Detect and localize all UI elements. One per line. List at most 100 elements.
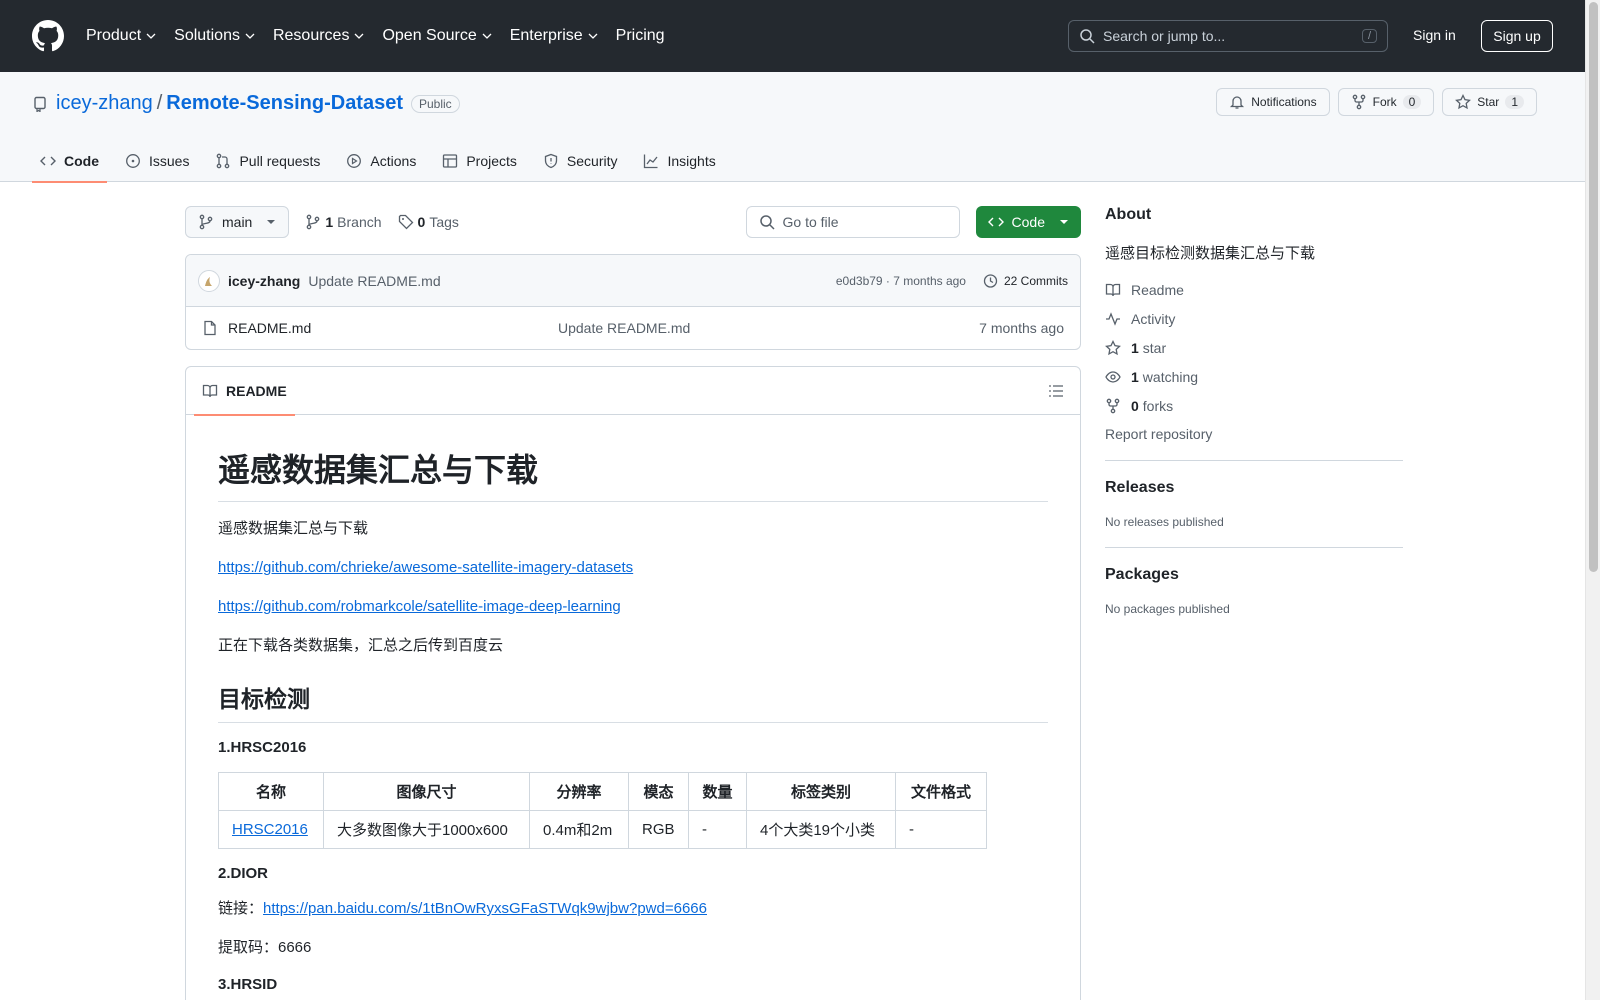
play-icon: [347, 154, 362, 168]
graph-icon: [644, 154, 658, 169]
table-header: 分辨率: [529, 772, 629, 811]
readme-intro: 遥感数据集汇总与下载: [218, 520, 369, 537]
about-sidebar: About 遥感目标检测数据集汇总与下载 Readme Activity 1st…: [1105, 206, 1403, 634]
file-row[interactable]: README.md Update README.md 7 months ago: [186, 307, 1080, 349]
file-commit-message[interactable]: Update README.md: [558, 320, 690, 336]
commit-message-link[interactable]: Update README.md: [308, 273, 440, 289]
readme-tab[interactable]: README: [194, 367, 295, 416]
sign-in-link[interactable]: Sign in: [1413, 27, 1456, 43]
readme-link[interactable]: Readme: [1105, 281, 1403, 298]
repo-title: icey-zhang / Remote-Sensing-Dataset Publ…: [32, 92, 460, 115]
tab-insights[interactable]: Insights: [635, 140, 723, 182]
activity-link[interactable]: Activity: [1105, 310, 1403, 327]
table-header: 标签类别: [746, 772, 896, 811]
packages-title[interactable]: Packages: [1105, 566, 1403, 584]
branches-link[interactable]: 1 Branch: [305, 214, 382, 230]
dataset-heading-hrsid: 3.HRSID: [218, 976, 278, 993]
fork-icon: [1106, 398, 1120, 413]
pull-request-icon: [217, 153, 230, 169]
repo-tabs: Code Issues Pull requests Actions Projec…: [32, 140, 734, 183]
pulse-icon: [1106, 311, 1120, 326]
nav-product[interactable]: Product: [86, 27, 156, 45]
search-icon: [1080, 29, 1095, 44]
repo-header: icey-zhang / Remote-Sensing-Dataset Publ…: [0, 72, 1585, 183]
tab-projects[interactable]: Projects: [434, 140, 525, 182]
main-content: main 1 Branch 0 Tags Go to file Code icey-…: [185, 206, 1081, 1000]
releases-section: Releases No releases published: [1105, 461, 1403, 548]
latest-commit-row: icey-zhang Update README.md e0d3b79 · 7 …: [186, 255, 1080, 307]
report-repository-link[interactable]: Report repository: [1105, 426, 1212, 442]
table-cell: -: [895, 810, 987, 849]
watching-link[interactable]: 1 watching: [1105, 368, 1403, 385]
releases-empty: No releases published: [1105, 515, 1224, 529]
branch-icon: [307, 214, 320, 230]
tab-pull-requests[interactable]: Pull requests: [207, 140, 328, 182]
nav-resources[interactable]: Resources: [273, 27, 364, 45]
stars-link[interactable]: 1 star: [1105, 339, 1403, 356]
caret-down-icon: [1060, 220, 1068, 224]
table-cell: 大多数图像大于1000x600: [323, 810, 530, 849]
notifications-button[interactable]: Notifications: [1216, 88, 1330, 116]
branch-selector[interactable]: main: [185, 206, 290, 238]
extraction-code: 提取码：6666: [218, 939, 312, 956]
avatar[interactable]: [198, 269, 220, 292]
tag-icon: [398, 214, 413, 230]
nav-enterprise[interactable]: Enterprise: [510, 27, 598, 45]
file-icon: [204, 320, 216, 336]
star-count: 1: [1505, 95, 1524, 109]
table-icon: [443, 154, 458, 168]
tab-issues[interactable]: Issues: [117, 140, 197, 182]
scrollbar-thumb[interactable]: [1589, 2, 1598, 572]
fork-button[interactable]: Fork 0: [1337, 88, 1435, 116]
commit-author-link[interactable]: icey-zhang: [228, 273, 300, 289]
eye-icon: [1105, 370, 1121, 383]
commit-meta[interactable]: e0d3b79 · 7 months ago: [836, 274, 966, 288]
repo-name-link[interactable]: Remote-Sensing-Dataset: [166, 92, 403, 115]
tab-actions[interactable]: Actions: [338, 140, 424, 182]
table-row: HRSC2016 大多数图像大于1000x600 0.4m和2m RGB - 4…: [218, 810, 987, 849]
nav-pricing[interactable]: Pricing: [616, 27, 665, 45]
outline-list-icon[interactable]: [1048, 383, 1064, 399]
tags-link[interactable]: 0 Tags: [398, 214, 459, 230]
chevron-down-icon: [588, 33, 598, 39]
bell-icon: [1230, 96, 1245, 109]
code-dropdown-button[interactable]: Code: [975, 206, 1081, 238]
search-placeholder: Search or jump to...: [1103, 28, 1226, 44]
section-heading: 目标检测: [218, 680, 1048, 723]
baidu-pan-link[interactable]: https://pan.baidu.com/s/1tBnOwRyxsGFaSTW…: [263, 900, 707, 917]
releases-title[interactable]: Releases: [1105, 479, 1403, 497]
hrsc2016-link[interactable]: HRSC2016: [232, 821, 308, 838]
awesome-datasets-link[interactable]: https://github.com/chrieke/awesome-satel…: [218, 559, 633, 576]
packages-empty: No packages published: [1105, 602, 1230, 616]
main-nav: Product Solutions Resources Open Source …: [86, 27, 683, 45]
file-name-link[interactable]: README.md: [228, 320, 558, 336]
repo-owner-link[interactable]: icey-zhang: [56, 92, 153, 115]
go-to-file-input[interactable]: Go to file: [745, 206, 960, 238]
nav-solutions[interactable]: Solutions: [174, 27, 255, 45]
page-scrollbar[interactable]: [1585, 0, 1600, 1000]
forks-link[interactable]: 0 forks: [1105, 397, 1403, 414]
github-logo-icon[interactable]: [32, 20, 64, 52]
file-commit-time: 7 months ago: [979, 320, 1064, 336]
link-label: 链接：: [218, 900, 264, 917]
repo-icon: [34, 96, 46, 112]
caret-down-icon: [267, 220, 276, 224]
about-title: About: [1105, 206, 1152, 223]
issue-icon: [126, 154, 140, 168]
chevron-down-icon: [354, 33, 364, 39]
sign-up-button[interactable]: Sign up: [1481, 20, 1553, 52]
table-header: 模态: [628, 772, 689, 811]
shield-icon: [544, 153, 558, 169]
book-icon: [202, 384, 218, 397]
tab-code[interactable]: Code: [32, 140, 107, 183]
deep-learning-link[interactable]: https://github.com/robmarkcole/satellite…: [218, 598, 621, 615]
file-toolbar: main 1 Branch 0 Tags Go to file Code: [185, 206, 1081, 238]
star-button[interactable]: Star 1: [1442, 88, 1537, 116]
table-cell: -: [688, 810, 747, 849]
commits-history-link[interactable]: 22 Commits: [982, 273, 1068, 289]
nav-open-source[interactable]: Open Source: [382, 27, 492, 45]
tab-security[interactable]: Security: [535, 140, 626, 182]
branch-icon: [199, 214, 213, 230]
search-input[interactable]: Search or jump to... /: [1068, 20, 1388, 52]
visibility-badge: Public: [411, 94, 460, 113]
